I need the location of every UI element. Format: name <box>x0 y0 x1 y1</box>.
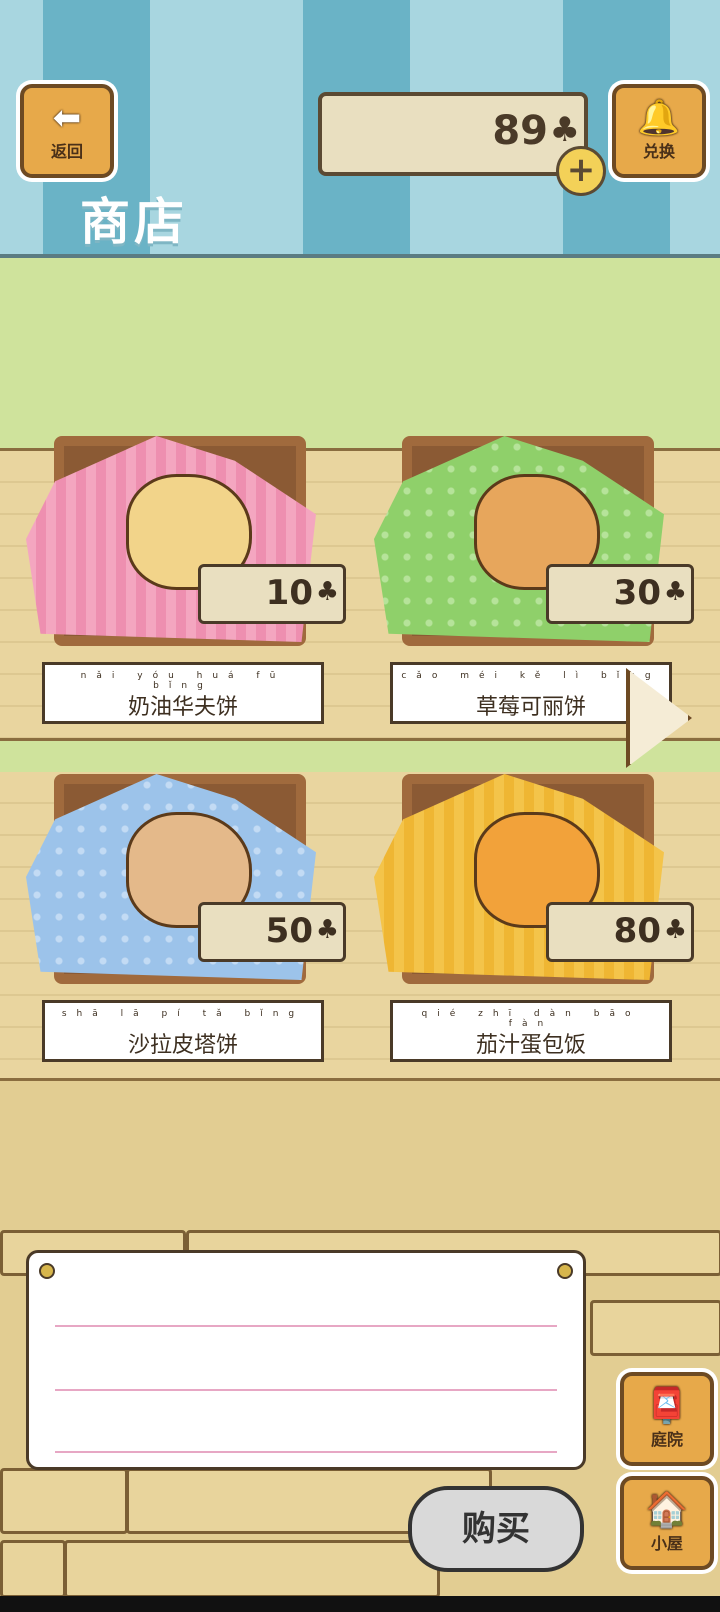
note-line <box>55 1451 557 1453</box>
price-value: 10 <box>265 573 313 613</box>
back-button[interactable]: ⬅ 返回 <box>20 84 114 178</box>
exchange-label: 兑换 <box>642 142 675 161</box>
yard-label: 庭院 <box>650 1430 683 1449</box>
house-button[interactable]: 🏠 小屋 <box>620 1476 714 1570</box>
clover-icon: ♣ <box>663 915 687 945</box>
floor-plank <box>0 1540 66 1598</box>
pin-icon <box>39 1263 55 1279</box>
page-title: 商店 <box>80 193 188 251</box>
house-icon: 🏠 <box>645 1490 689 1530</box>
price-value: 80 <box>613 911 661 951</box>
item-pinyin: shā lā pí tǎ bǐng <box>61 1009 305 1019</box>
clover-icon: ♣ <box>549 110 580 150</box>
price-value: 30 <box>613 573 661 613</box>
item-name: 奶油华夫饼 <box>127 695 238 720</box>
price-tag: 30 ♣ <box>546 564 694 624</box>
item-name-card: qié zhī dàn bāo fàn 茄汁蛋包饭 <box>390 1000 672 1062</box>
price-value: 50 <box>265 911 313 951</box>
bell-icon: 🔔 <box>637 98 681 138</box>
item-pinyin: nǎi yóu huá fū bǐng <box>80 671 286 691</box>
floor-plank <box>64 1540 440 1598</box>
item-name: 茄汁蛋包饭 <box>475 1033 586 1058</box>
floor-plank <box>590 1300 720 1356</box>
floor-plank <box>0 1468 128 1534</box>
item-name: 沙拉皮塔饼 <box>127 1033 238 1058</box>
shop-wall <box>0 258 720 448</box>
exchange-button[interactable]: 🔔 兑换 <box>612 84 706 178</box>
clover-icon: ♣ <box>663 577 687 607</box>
add-clover-button[interactable]: + <box>556 146 606 196</box>
item-name-card: nǎi yóu huá fū bǐng 奶油华夫饼 <box>42 662 324 724</box>
house-label: 小屋 <box>650 1534 683 1553</box>
system-bottom-bar <box>0 1596 720 1612</box>
note-line <box>55 1389 557 1391</box>
clover-icon: ♣ <box>315 915 339 945</box>
note-line <box>55 1325 557 1327</box>
yard-button[interactable]: 📮 庭院 <box>620 1372 714 1466</box>
price-tag: 80 ♣ <box>546 902 694 962</box>
clover-count: 89 <box>492 108 548 154</box>
item-name-card: shā lā pí tǎ bǐng 沙拉皮塔饼 <box>42 1000 324 1062</box>
shop-item-waffle[interactable]: 10 ♣ nǎi yóu huá fū bǐng 奶油华夫饼 <box>26 436 346 726</box>
buy-button[interactable]: 购买 <box>408 1486 584 1572</box>
shop-item-omurice[interactable]: 80 ♣ qié zhī dàn bāo fàn 茄汁蛋包饭 <box>374 774 694 1064</box>
price-tag: 10 ♣ <box>198 564 346 624</box>
clover-balance: 89 ♣ <box>318 92 588 176</box>
pin-icon <box>557 1263 573 1279</box>
back-label: 返回 <box>50 142 83 161</box>
price-tag: 50 ♣ <box>198 902 346 962</box>
mailbox-icon: 📮 <box>645 1386 689 1426</box>
item-pinyin: qié zhī dàn bāo fàn <box>421 1009 641 1029</box>
clover-icon: ♣ <box>315 577 339 607</box>
shop-item-pita[interactable]: 50 ♣ shā lā pí tǎ bǐng 沙拉皮塔饼 <box>26 774 346 1064</box>
item-description-board <box>26 1250 586 1470</box>
left-arrow-icon: ⬅ <box>52 98 82 138</box>
